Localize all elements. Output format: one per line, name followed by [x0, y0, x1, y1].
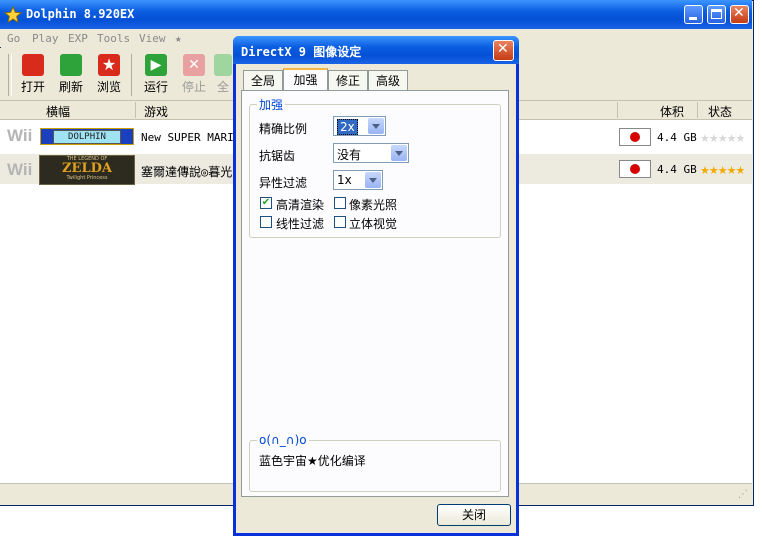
stop-button[interactable]: ✕ 停止	[176, 52, 212, 98]
chevron-down-icon	[368, 118, 384, 134]
minimize-button[interactable]	[684, 5, 703, 24]
fullscreen-icon	[214, 54, 232, 76]
group-title: 加强	[257, 96, 286, 113]
stereo-vision-label: 立体视觉	[349, 217, 398, 231]
dolphin-star-icon	[4, 6, 22, 24]
fullscreen-button[interactable]: 全	[212, 52, 234, 98]
menu-go[interactable]: Go	[7, 32, 20, 45]
tab-global[interactable]: 全局	[243, 70, 283, 90]
column-size[interactable]: 体积	[660, 103, 684, 120]
pixel-lighting-label: 像素光照	[349, 198, 398, 212]
menu-exp[interactable]: EXP	[68, 32, 88, 45]
chevron-down-icon	[365, 172, 381, 188]
stereo-vision-checkbox[interactable]	[334, 216, 346, 228]
refresh-button[interactable]: 刷新	[53, 52, 89, 98]
run-button[interactable]: ▶ 运行	[138, 52, 174, 98]
browse-label: 浏览	[96, 80, 121, 94]
anisotropic-select[interactable]: 1x	[333, 170, 383, 190]
window-title: Dolphin 8.920EX	[26, 7, 135, 21]
banner-text: DOLPHIN	[53, 130, 121, 144]
browse-button[interactable]: ★ 浏览	[91, 52, 127, 98]
anisotropic-label: 异性过滤	[259, 176, 308, 190]
menu-tools[interactable]: Tools	[97, 32, 130, 45]
column-banner[interactable]: 横幅	[46, 103, 70, 120]
banner-text: ZELDA	[62, 161, 112, 176]
menu-play[interactable]: Play	[32, 32, 59, 45]
tab-advanced[interactable]: 高级	[368, 70, 408, 90]
toolbar-grip[interactable]	[8, 54, 12, 96]
open-button[interactable]: 打开	[15, 52, 51, 98]
column-divider[interactable]	[135, 102, 136, 118]
japan-flag-icon	[619, 128, 651, 146]
rating-stars: ★★★★★	[700, 164, 745, 177]
menu-star[interactable]: ★	[175, 32, 182, 45]
platform-label: Wii	[7, 160, 33, 179]
game-size: 4.4 GB	[657, 131, 697, 144]
game-size: 4.4 GB	[657, 163, 697, 176]
resize-grip-icon[interactable]: ⋰	[738, 489, 748, 500]
refresh-label: 刷新	[58, 80, 83, 94]
banner-caption: Twilight Princess	[66, 175, 108, 181]
close-button[interactable]: 关闭	[437, 504, 511, 526]
toolbar-separator	[131, 54, 132, 96]
home-icon	[22, 54, 44, 76]
close-icon: ✕	[733, 5, 745, 21]
select-value: 没有	[337, 148, 362, 162]
select-value: 1x	[337, 173, 352, 187]
tab-fix[interactable]: 修正	[328, 70, 368, 90]
info-title: o(∩_∩)o	[257, 433, 309, 447]
stop-icon: ✕	[183, 54, 205, 76]
maximize-icon	[711, 9, 722, 19]
game-title: New SUPER MARIO	[141, 131, 241, 144]
play-icon: ▶	[145, 54, 167, 76]
select-value: 2x	[337, 119, 358, 135]
open-label: 打开	[20, 80, 45, 94]
stop-label: 停止	[181, 80, 206, 94]
refresh-icon	[60, 54, 82, 76]
antialias-label: 抗锯齿	[259, 149, 296, 163]
credit-text: 蓝色宇宙★优化编译	[259, 454, 366, 468]
japan-flag-icon	[619, 160, 651, 178]
platform-label: Wii	[7, 126, 33, 145]
dolphin-banner: DOLPHIN	[40, 128, 134, 145]
menu-view[interactable]: View	[139, 32, 166, 45]
antialias-select[interactable]: 没有	[333, 143, 409, 163]
linear-filter-label: 线性过滤	[276, 217, 325, 231]
column-state[interactable]: 状态	[708, 103, 732, 120]
zelda-banner: THE LEGEND OF ZELDA Twilight Princess	[39, 155, 135, 185]
maximize-button[interactable]	[707, 5, 726, 24]
minimize-icon	[689, 17, 697, 20]
tab-enhance[interactable]: 加强	[283, 68, 328, 91]
fullscreen-label: 全	[216, 80, 229, 94]
rating-stars: ★★★★★	[700, 132, 745, 145]
dialog-title: DirectX 9 图像设定	[241, 45, 362, 59]
column-divider[interactable]	[617, 102, 618, 118]
game-title: 塞爾達傳說◎暮光	[141, 165, 233, 179]
close-icon: ✕	[497, 41, 509, 57]
star-icon: ★	[98, 54, 120, 76]
hd-render-checkbox[interactable]: ✔	[260, 197, 272, 209]
pixel-lighting-checkbox[interactable]	[334, 197, 346, 209]
scale-label: 精确比例	[259, 122, 308, 136]
column-divider[interactable]	[697, 102, 698, 118]
chevron-down-icon	[391, 145, 407, 161]
close-window-button[interactable]: ✕	[730, 5, 749, 24]
dialog-close-button[interactable]: ✕	[493, 40, 514, 61]
run-label: 运行	[143, 80, 168, 94]
column-game[interactable]: 游戏	[144, 103, 168, 120]
scale-select[interactable]: 2x	[333, 116, 386, 136]
hd-render-label: 高清渲染	[276, 198, 325, 212]
linear-filter-checkbox[interactable]	[260, 216, 272, 228]
